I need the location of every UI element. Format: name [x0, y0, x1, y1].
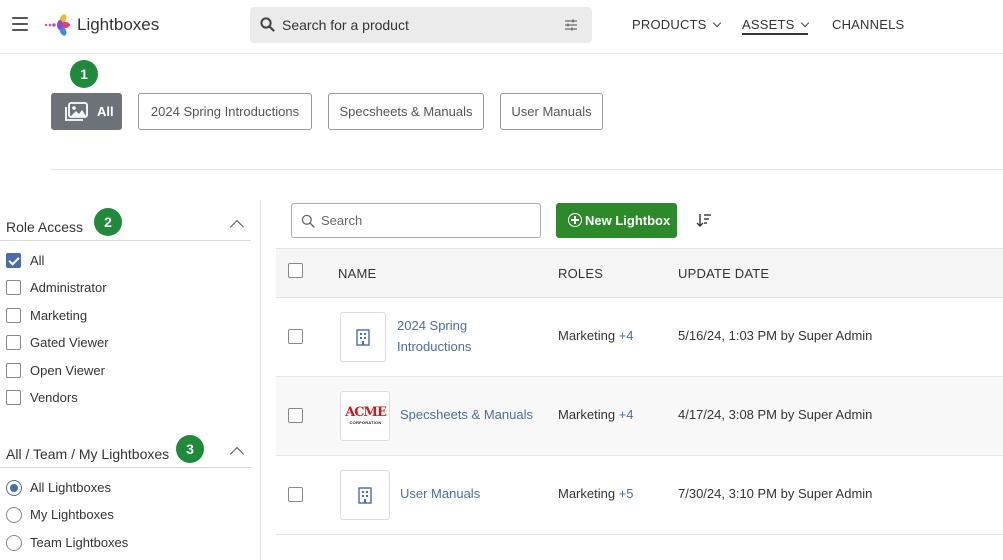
plus-circle-icon — [568, 213, 582, 227]
lightbox-name-link[interactable]: Specsheets & Manuals — [400, 404, 533, 425]
chevron-down-icon — [800, 18, 809, 28]
filter-sliders-icon[interactable] — [564, 18, 578, 32]
building-icon — [358, 487, 372, 504]
roles-cell: Marketing +4 — [558, 407, 634, 422]
search-icon — [301, 214, 315, 228]
building-icon — [356, 329, 370, 346]
search-icon — [260, 17, 275, 32]
role-option-label: Vendors — [30, 390, 78, 405]
images-icon — [65, 102, 88, 121]
row-checkbox[interactable] — [288, 408, 303, 423]
roles-cell: Marketing +5 — [558, 486, 634, 501]
role-option-label: Administrator — [30, 280, 107, 295]
top-header: Lightboxes Search for a product PRODUCTS… — [0, 0, 1003, 54]
column-header-name[interactable]: NAME — [338, 266, 376, 281]
role-name: Marketing — [558, 407, 616, 422]
new-lightbox-button[interactable]: New Lightbox — [556, 203, 677, 238]
collapse-chevron-up-icon[interactable] — [229, 219, 245, 235]
lightboxes-logo-icon[interactable] — [44, 13, 70, 37]
update-date-cell: 7/30/24, 3:10 PM by Super Admin — [678, 486, 873, 501]
filter-chip-2024-spring[interactable]: 2024 Spring Introductions — [138, 93, 312, 130]
table-row[interactable]: 2024 Spring Introductions Marketing +4 5… — [276, 298, 1003, 377]
step-badge-3: 3 — [176, 435, 204, 463]
role-access-title: Role Access — [6, 219, 84, 235]
checkbox[interactable] — [6, 390, 21, 405]
checkbox-checked[interactable] — [6, 253, 21, 268]
lightbox-thumbnail[interactable] — [340, 312, 386, 362]
radio[interactable] — [6, 535, 22, 551]
sort-button[interactable] — [692, 205, 718, 235]
nav-channels-label: CHANNELS — [832, 17, 905, 32]
row-checkbox[interactable] — [288, 487, 303, 502]
role-option-label: Gated Viewer — [30, 335, 109, 350]
more-roles-link[interactable]: +4 — [619, 407, 634, 422]
nav-products[interactable]: PRODUCTS — [632, 17, 721, 32]
checkbox[interactable] — [6, 308, 21, 323]
table-row[interactable]: User Manuals Marketing +5 7/30/24, 3:10 … — [276, 456, 1003, 535]
lightbox-name-line: 2024 Spring — [397, 318, 468, 333]
role-option-label: Open Viewer — [30, 363, 105, 378]
select-all-checkbox[interactable] — [288, 263, 303, 278]
update-date-cell: 4/17/24, 3:08 PM by Super Admin — [678, 407, 873, 422]
nav-assets[interactable]: ASSETS — [742, 17, 809, 35]
checkbox[interactable] — [6, 335, 21, 350]
lightbox-name-link[interactable]: 2024 Spring Introductions — [397, 315, 471, 357]
checkbox[interactable] — [6, 280, 21, 295]
acme-logo-thumbnail[interactable]: ACME CORPORATION — [340, 391, 390, 441]
lightbox-thumbnail[interactable] — [340, 470, 390, 520]
more-roles-link[interactable]: +5 — [619, 486, 634, 501]
brand-name[interactable]: Lightboxes — [77, 15, 159, 35]
scope-option-label: Team Lightboxes — [30, 535, 129, 550]
section-rule — [0, 467, 251, 468]
scope-option-label: All Lightboxes — [30, 480, 111, 495]
lightbox-name-link[interactable]: User Manuals — [400, 483, 480, 504]
section-rule — [0, 240, 251, 241]
sort-icon — [696, 214, 711, 227]
lightbox-name-line: Introductions — [397, 339, 472, 354]
role-option-label: All — [30, 253, 45, 268]
roles-cell: Marketing +4 — [558, 328, 634, 343]
chevron-down-icon — [712, 18, 721, 28]
update-date-cell: 5/16/24, 1:03 PM by Super Admin — [678, 328, 873, 343]
acme-logo-text: ACME — [345, 405, 387, 420]
role-option-label: Marketing — [30, 308, 88, 323]
column-header-update-date[interactable]: UPDATE DATE — [678, 266, 769, 281]
product-search-input[interactable]: Search for a product — [250, 7, 592, 43]
nav-assets-label: ASSETS — [742, 17, 795, 32]
column-header-roles[interactable]: ROLES — [558, 266, 603, 281]
nav-products-label: PRODUCTS — [632, 17, 707, 32]
new-lightbox-label: New Lightbox — [585, 213, 671, 228]
filter-chip-user-manuals[interactable]: User Manuals — [500, 93, 603, 130]
step-badge-2: 2 — [94, 208, 122, 236]
lightbox-search-input[interactable]: Search — [291, 203, 541, 238]
checkbox[interactable] — [6, 363, 21, 378]
section-divider — [50, 169, 1003, 170]
more-roles-link[interactable]: +4 — [619, 328, 634, 343]
hamburger-menu-icon[interactable] — [12, 17, 28, 31]
role-name: Marketing — [558, 486, 616, 501]
table-row[interactable]: ACME CORPORATION Specsheets & Manuals Ma… — [276, 377, 1003, 456]
role-name: Marketing — [558, 328, 616, 343]
radio[interactable] — [6, 507, 22, 523]
search-placeholder: Search — [321, 213, 363, 228]
filter-chip-all[interactable]: All — [51, 93, 122, 130]
lightbox-scope-title: All / Team / My Lightboxes — [6, 446, 170, 462]
search-placeholder: Search for a product — [282, 17, 409, 33]
filter-chip-all-label: All — [97, 104, 114, 119]
radio-selected[interactable] — [6, 480, 22, 496]
nav-channels[interactable]: CHANNELS — [832, 17, 904, 32]
row-checkbox[interactable] — [288, 329, 303, 344]
table-header: NAME ROLES UPDATE DATE — [276, 248, 1003, 298]
collapse-chevron-up-icon[interactable] — [229, 446, 245, 462]
acme-logo-subtext: CORPORATION — [349, 420, 382, 425]
filter-chip-specsheets[interactable]: Specsheets & Manuals — [328, 93, 484, 130]
sidebar-divider — [260, 200, 261, 560]
step-badge-1: 1 — [70, 60, 98, 88]
scope-option-label: My Lightboxes — [30, 507, 114, 522]
